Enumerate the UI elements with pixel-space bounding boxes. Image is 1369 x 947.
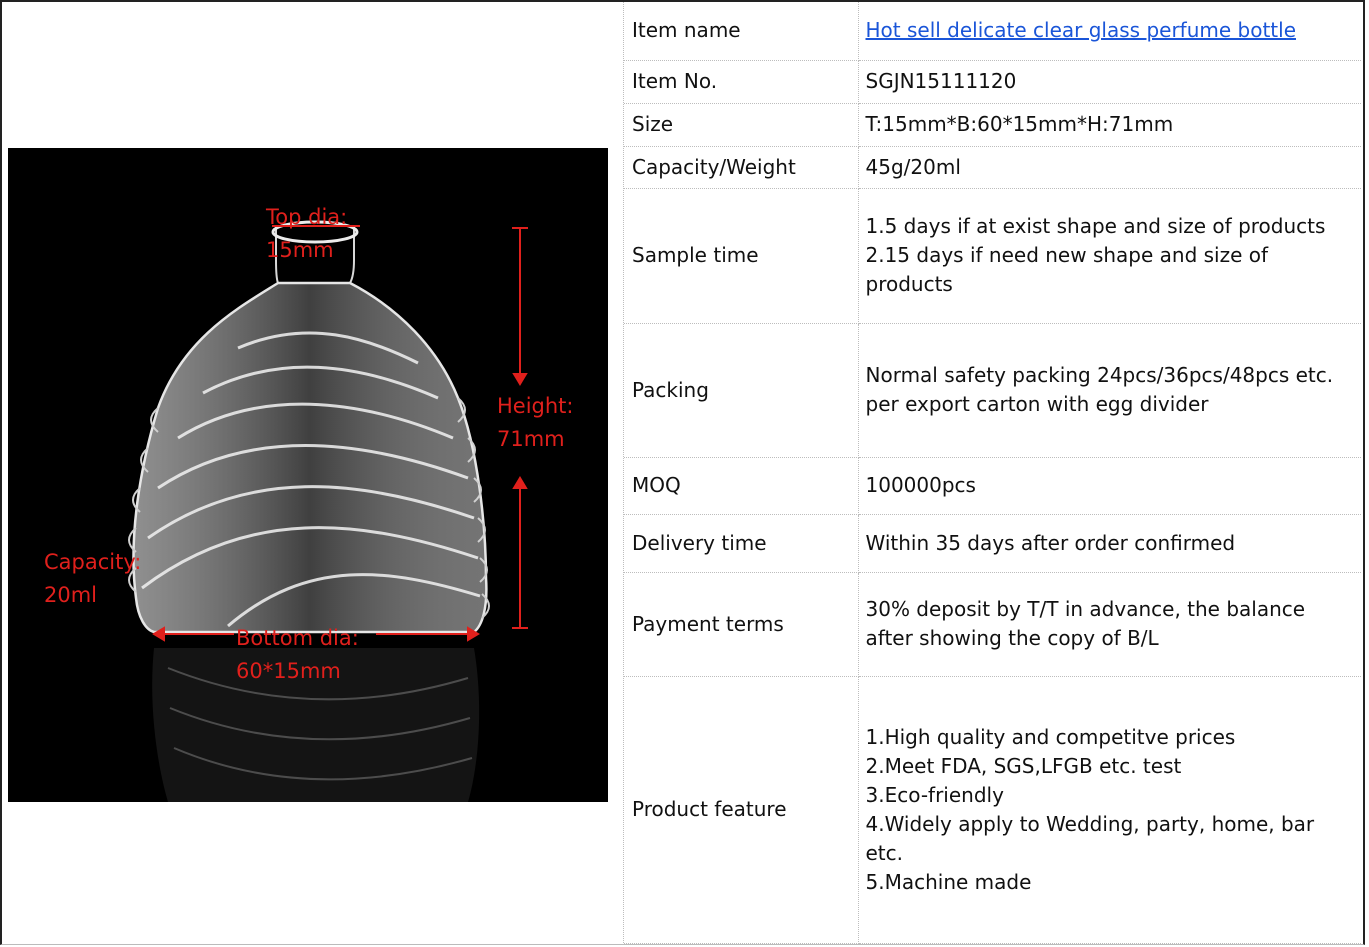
spec-value: SGJN15111120 xyxy=(858,60,1361,104)
spec-key: Delivery time xyxy=(624,514,859,573)
perfume-bottle-image: Top dia: 15mm Height: 71mm Capacity: 20m… xyxy=(8,148,608,802)
spec-value: Normal safety packing 24pcs/36pcs/48pcs … xyxy=(858,323,1361,458)
spec-value: 1.5 days if at exist shape and size of p… xyxy=(858,188,1361,324)
spec-value: Within 35 days after order confirmed xyxy=(858,514,1361,573)
spec-value: 30% deposit by T/T in advance, the balan… xyxy=(858,572,1361,677)
spec-key: Size xyxy=(624,103,859,147)
table-row: MOQ 100000pcs xyxy=(624,457,1361,515)
spec-value: 45g/20ml xyxy=(858,146,1361,189)
spec-key: Product feature xyxy=(624,676,859,944)
spec-key: Packing xyxy=(624,323,859,458)
spec-key: Item name xyxy=(624,2,859,61)
table-row: Product feature 1.High quality and compe… xyxy=(624,676,1361,944)
bottom-dia-label: Bottom dia: 60*15mm xyxy=(236,626,359,683)
table-row: Capacity/Weight 45g/20ml xyxy=(624,146,1361,189)
table-row: Packing Normal safety packing 24pcs/36pc… xyxy=(624,323,1361,458)
bottle-body xyxy=(132,281,488,634)
height-label: Height: 71mm xyxy=(497,394,574,451)
spec-key: MOQ xyxy=(624,457,859,515)
table-row: Size T:15mm*B:60*15mm*H:71mm xyxy=(624,103,1361,147)
spec-table: Item name Hot sell delicate clear glass … xyxy=(624,2,1361,944)
table-row: Delivery time Within 35 days after order… xyxy=(624,514,1361,573)
table-row: Item name Hot sell delicate clear glass … xyxy=(624,2,1361,61)
table-row: Payment terms 30% deposit by T/T in adva… xyxy=(624,572,1361,677)
capacity-label: Capacity: 20ml xyxy=(44,550,142,607)
spec-value: 1.High quality and competitve prices 2.M… xyxy=(858,676,1361,944)
table-row: Item No. SGJN15111120 xyxy=(624,60,1361,104)
item-name-link[interactable]: Hot sell delicate clear glass perfume bo… xyxy=(866,18,1297,42)
spec-value: Hot sell delicate clear glass perfume bo… xyxy=(858,2,1361,61)
spec-value: T:15mm*B:60*15mm*H:71mm xyxy=(858,103,1361,147)
spec-value: 100000pcs xyxy=(858,457,1361,515)
top-dia-label: Top dia: 15mm xyxy=(266,205,348,262)
spec-key: Payment terms xyxy=(624,572,859,677)
spec-key: Sample time xyxy=(624,188,859,324)
table-row: Sample time 1.5 days if at exist shape a… xyxy=(624,188,1361,324)
spec-key: Capacity/Weight xyxy=(624,146,859,189)
spec-key: Item No. xyxy=(624,60,859,104)
